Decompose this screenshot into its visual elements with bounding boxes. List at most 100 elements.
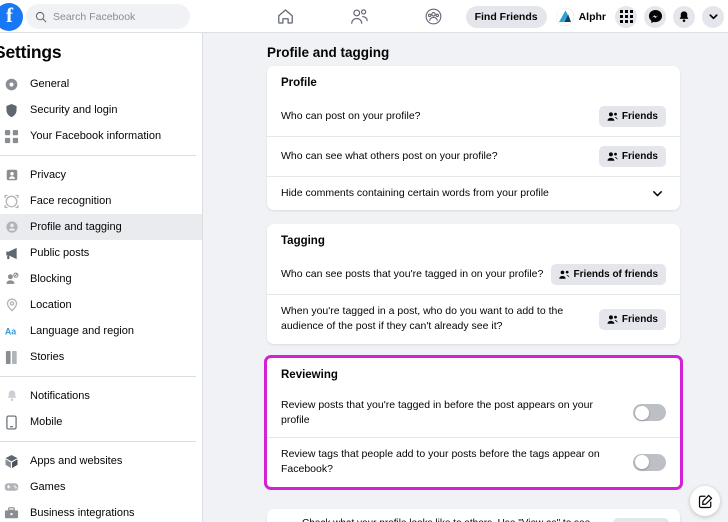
sidebar-item-mobile[interactable]: Mobile bbox=[0, 409, 202, 435]
friends-icon bbox=[607, 315, 618, 324]
setting-row-who-can-see-tagged-posts: Who can see posts that you're tagged in … bbox=[267, 255, 680, 294]
sidebar-item-label: General bbox=[30, 78, 70, 90]
view-as-button[interactable]: View as bbox=[612, 517, 669, 522]
sidebar-item-label: Privacy bbox=[30, 169, 67, 181]
audience-button-tagged-posts[interactable]: Friends of friends bbox=[550, 264, 666, 286]
business-icon bbox=[2, 504, 21, 522]
sidebar-item-face-recognition[interactable]: Face recognition bbox=[0, 188, 202, 214]
audience-button-tagged-post-audience[interactable]: Friends bbox=[598, 308, 666, 330]
setting-label: Review posts that you're tagged in befor… bbox=[281, 398, 593, 426]
info-grid-icon bbox=[2, 127, 21, 146]
setting-row-review-posts: Review posts that you're tagged in befor… bbox=[267, 389, 680, 437]
sidebar-item-business-integrations[interactable]: Business integrations bbox=[0, 500, 202, 522]
audience-button-label: Friends bbox=[621, 313, 658, 325]
search-box[interactable] bbox=[26, 4, 190, 29]
sidebar-item-label: Profile and tagging bbox=[30, 221, 122, 233]
avatar bbox=[555, 7, 574, 26]
setting-row-tagged-post-audience: When you're tagged in a post, who do you… bbox=[267, 294, 680, 343]
messenger-icon[interactable] bbox=[644, 5, 666, 28]
sidebar-item-label: Security and login bbox=[30, 104, 118, 116]
find-friends-button[interactable]: Find Friends bbox=[465, 5, 547, 28]
audience-button-label: Friends bbox=[621, 111, 658, 122]
setting-label: Review tags that people add to your post… bbox=[281, 448, 600, 476]
account-menu-chevron-down-icon[interactable] bbox=[702, 5, 724, 28]
stories-icon bbox=[2, 348, 21, 367]
friends-icon bbox=[607, 152, 618, 161]
shield-icon bbox=[2, 101, 21, 120]
bell-icon[interactable] bbox=[673, 5, 695, 28]
sidebar-item-label: Language and region bbox=[30, 325, 134, 337]
sidebar-item-label: Business integrations bbox=[30, 507, 135, 519]
sidebar-group-privacy: Privacy Face recognition Profile and tag… bbox=[0, 162, 202, 370]
toggle-review-posts[interactable] bbox=[633, 404, 666, 422]
setting-row-hide-comments[interactable]: Hide comments containing certain words f… bbox=[267, 176, 680, 210]
sidebar-divider bbox=[0, 376, 196, 377]
sidebar-item-stories[interactable]: Stories bbox=[0, 344, 202, 370]
card-tagging: Tagging Who can see posts that you're ta… bbox=[267, 224, 680, 344]
card-heading: Profile bbox=[281, 77, 317, 89]
card-view-as: Check what your profile looks like to ot… bbox=[267, 508, 680, 522]
setting-label: Who can post on your profile? bbox=[281, 109, 421, 122]
megaphone-icon bbox=[2, 244, 21, 263]
friends-icon[interactable] bbox=[346, 4, 372, 30]
sidebar-item-blocking[interactable]: Blocking bbox=[0, 266, 202, 292]
card-heading: Tagging bbox=[281, 235, 325, 248]
setting-label: Who can see posts that you're tagged in … bbox=[281, 268, 544, 281]
groups-icon[interactable] bbox=[420, 4, 446, 30]
sidebar-item-label: Your Facebook information bbox=[30, 130, 162, 142]
friends-icon bbox=[607, 112, 618, 121]
sidebar-item-general[interactable]: General bbox=[0, 71, 202, 97]
sidebar-item-your-facebook-information[interactable]: Your Facebook information bbox=[0, 123, 202, 149]
svg-text:Aa: Aa bbox=[4, 327, 15, 337]
sidebar-item-label: Blocking bbox=[30, 273, 72, 285]
card-heading: Reviewing bbox=[281, 368, 338, 381]
location-pin-icon bbox=[2, 296, 21, 315]
profile-link[interactable]: Alphr bbox=[554, 7, 608, 26]
sidebar-item-label: Mobile bbox=[30, 416, 63, 428]
profile-tag-icon bbox=[2, 218, 21, 237]
nav-center-group bbox=[272, 0, 446, 33]
sidebar-item-games[interactable]: Games bbox=[0, 474, 202, 500]
sidebar-item-notifications[interactable]: Notifications bbox=[0, 383, 202, 409]
sidebar-group-notifications: Notifications Mobile bbox=[0, 383, 202, 435]
sidebar-item-language-and-region[interactable]: Aa Language and region bbox=[0, 318, 202, 344]
toggle-knob bbox=[634, 405, 649, 420]
sidebar-group-account: General Security and login Your Facebook… bbox=[0, 71, 202, 149]
notification-bell-icon bbox=[2, 387, 21, 406]
settings-main-content: Profile and tagging Profile Who can post… bbox=[203, 33, 728, 522]
search-input[interactable] bbox=[53, 10, 173, 23]
profile-name: Alphr bbox=[578, 10, 606, 23]
chevron-down-icon[interactable] bbox=[651, 187, 666, 200]
nav-right-group: Find Friends Alphr bbox=[465, 0, 724, 33]
sidebar-item-profile-and-tagging[interactable]: Profile and tagging bbox=[0, 214, 202, 240]
facebook-logo-icon[interactable]: f bbox=[0, 3, 23, 31]
sidebar-divider bbox=[0, 441, 196, 442]
setting-label: When you're tagged in a post, who do you… bbox=[281, 305, 564, 333]
top-navigation-bar: f Search Facebook Find Friends Alphr bbox=[0, 0, 728, 33]
sidebar-item-label: Stories bbox=[30, 351, 65, 363]
sidebar-item-label: Apps and websites bbox=[30, 455, 123, 467]
setting-row-who-can-see-others-posts: Who can see what others post on your pro… bbox=[267, 136, 680, 176]
page-title: Profile and tagging bbox=[267, 45, 390, 60]
sidebar-item-location[interactable]: Location bbox=[0, 292, 202, 318]
face-scan-icon bbox=[2, 192, 21, 211]
compose-edit-icon[interactable] bbox=[690, 486, 720, 516]
friends-icon bbox=[558, 270, 569, 279]
sidebar-item-public-posts[interactable]: Public posts bbox=[0, 240, 202, 266]
grid-menu-icon[interactable] bbox=[615, 5, 637, 28]
sidebar-item-security-and-login[interactable]: Security and login bbox=[0, 97, 202, 123]
sidebar-item-apps-and-websites[interactable]: Apps and websites bbox=[0, 448, 202, 474]
block-person-icon bbox=[2, 270, 21, 289]
search-icon bbox=[35, 11, 47, 23]
sidebar-item-privacy[interactable]: Privacy bbox=[0, 162, 202, 188]
settings-sidebar[interactable]: Settings General Security and login Your… bbox=[0, 33, 203, 522]
sidebar-item-label: Games bbox=[30, 481, 66, 493]
toggle-review-tags[interactable] bbox=[633, 453, 666, 471]
sidebar-item-label: Face recognition bbox=[30, 195, 112, 207]
view-as-description: Check what your profile looks like to ot… bbox=[302, 518, 604, 522]
toggle-knob bbox=[634, 455, 649, 470]
audience-button-who-can-see-others-posts[interactable]: Friends bbox=[598, 146, 666, 167]
home-icon[interactable] bbox=[272, 4, 298, 30]
audience-button-who-can-post[interactable]: Friends bbox=[598, 106, 666, 127]
sidebar-item-label: Location bbox=[30, 299, 72, 311]
